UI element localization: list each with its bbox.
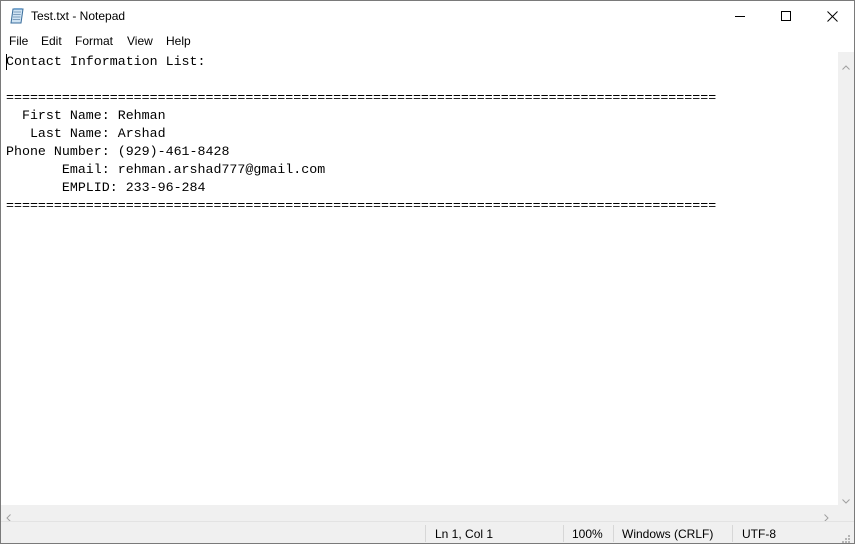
maximize-icon	[781, 11, 791, 21]
text-caret	[6, 54, 7, 70]
text-editor[interactable]: Contact Information List: ==============…	[1, 52, 838, 505]
scroll-up-icon[interactable]	[842, 57, 850, 75]
scrollbar-corner	[838, 505, 854, 521]
title-bar[interactable]: Test.txt - Notepad	[1, 1, 854, 31]
minimize-icon	[735, 16, 745, 17]
status-zoom: 100%	[572, 527, 603, 541]
status-bar: Ln 1, Col 1 100% Windows (CRLF) UTF-8	[1, 521, 854, 543]
status-encoding: UTF-8	[742, 527, 776, 541]
maximize-button[interactable]	[763, 1, 809, 31]
notepad-window: Test.txt - Notepad File Edit Format View…	[0, 0, 855, 544]
menu-view[interactable]: View	[127, 34, 153, 48]
minimize-button[interactable]	[717, 1, 763, 31]
window-title: Test.txt - Notepad	[31, 9, 126, 23]
vertical-scrollbar[interactable]	[838, 52, 854, 505]
menu-file[interactable]: File	[9, 34, 28, 48]
status-separator	[732, 525, 733, 542]
status-line-ending: Windows (CRLF)	[622, 527, 714, 541]
editor-line: Last Name: Arshad	[6, 126, 166, 141]
editor-line: First Name: Rehman	[6, 108, 166, 123]
menu-edit[interactable]: Edit	[41, 34, 62, 48]
status-position: Ln 1, Col 1	[435, 527, 494, 541]
menu-help[interactable]: Help	[166, 34, 191, 48]
editor-line: Contact Information List:	[6, 54, 206, 69]
editor-line: ========================================…	[6, 198, 717, 213]
editor-line: Phone Number: (929)-461-8428	[6, 144, 230, 159]
status-separator	[613, 525, 614, 542]
notepad-icon[interactable]	[10, 8, 24, 24]
resize-grip-icon[interactable]	[841, 531, 851, 543]
status-separator	[563, 525, 564, 542]
menu-bar: File Edit Format View Help	[1, 31, 854, 51]
horizontal-scrollbar[interactable]	[1, 505, 838, 522]
editor-content[interactable]: Contact Information List: ==============…	[6, 53, 716, 215]
editor-line: Email: rehman.arshad777@gmail.com	[6, 162, 326, 177]
close-icon	[826, 10, 838, 22]
menu-format[interactable]: Format	[75, 34, 113, 48]
editor-line: EMPLID: 233-96-284	[6, 180, 206, 195]
close-button[interactable]	[809, 1, 854, 31]
editor-line: ========================================…	[6, 90, 717, 105]
status-separator	[425, 525, 426, 542]
